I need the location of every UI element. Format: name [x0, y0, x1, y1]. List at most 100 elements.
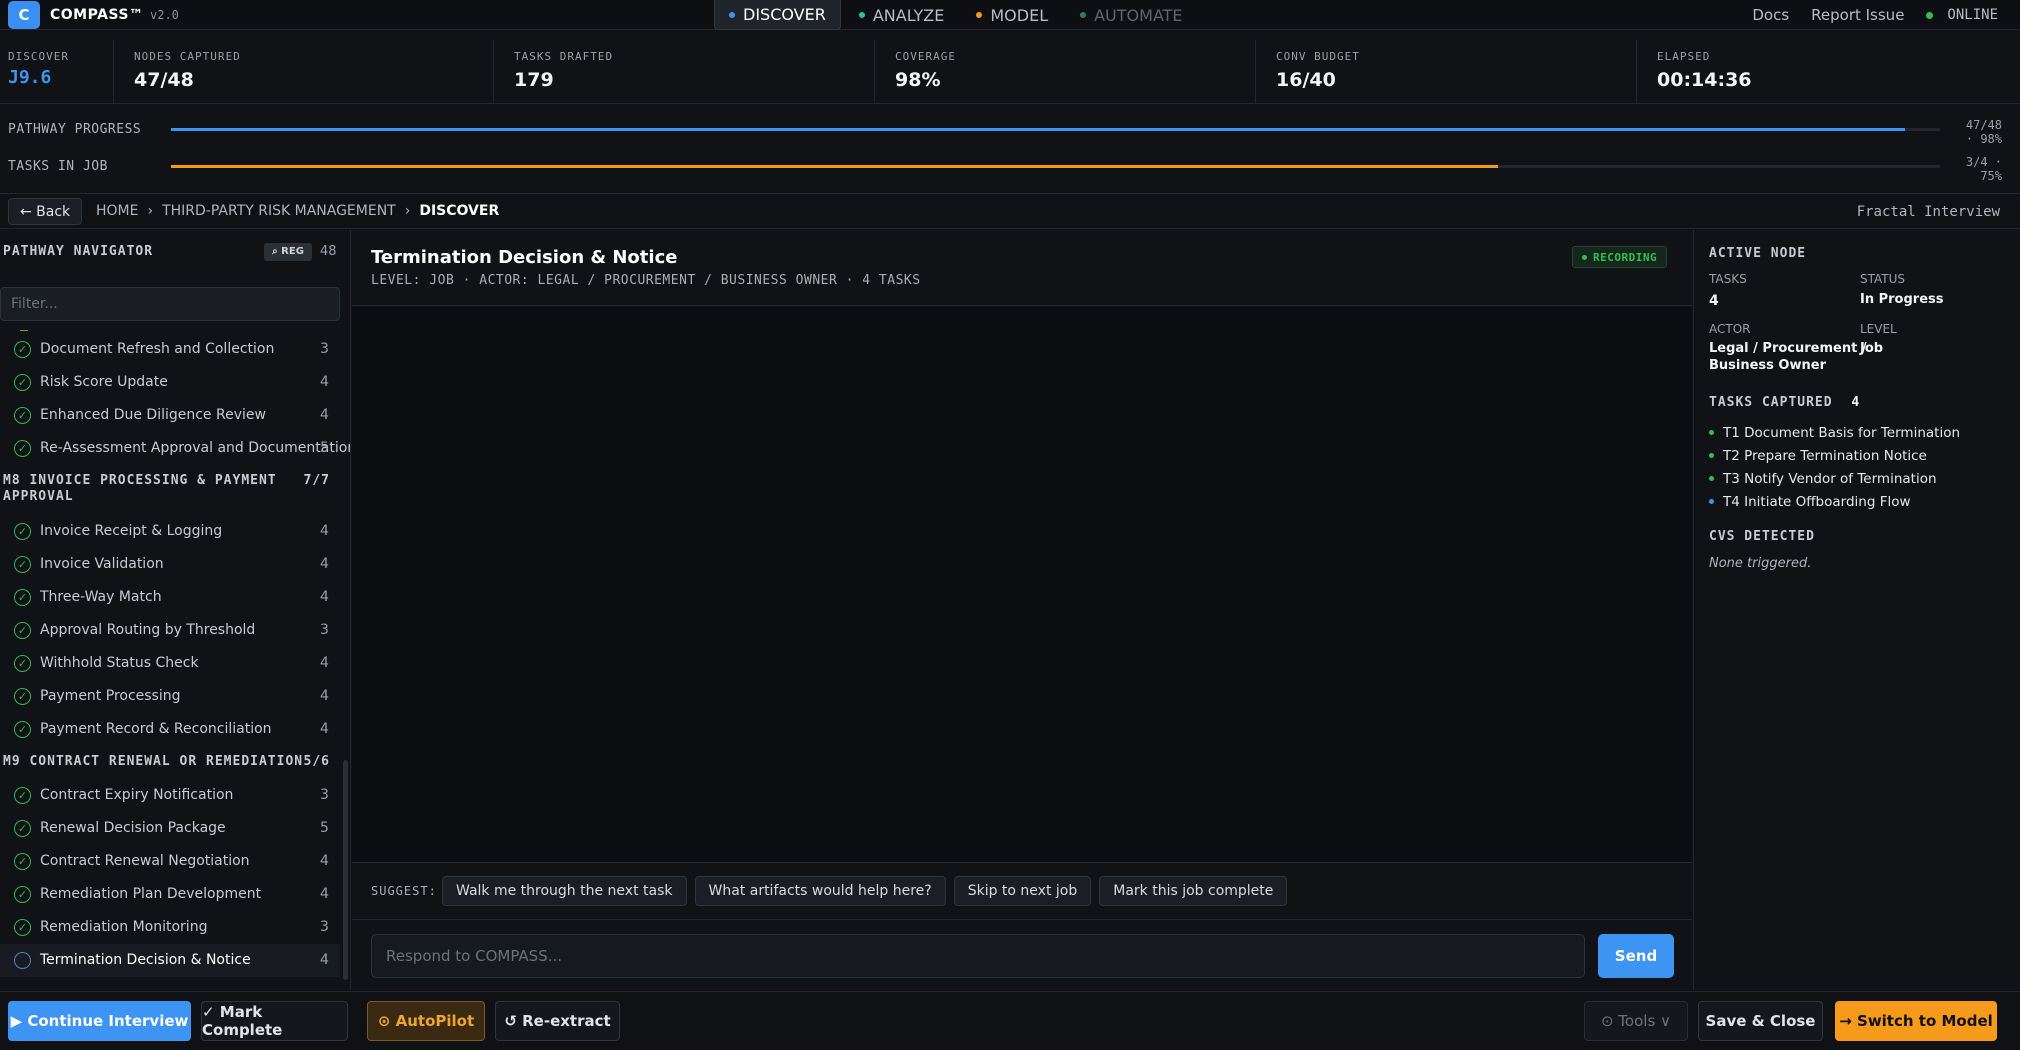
status-dot-icon — [976, 12, 983, 18]
tasks-captured-label: TASKS CAPTURED — [1709, 395, 1833, 410]
list-item[interactable]: ✓ Payment Record & Reconciliation 4 — [0, 713, 340, 746]
progress-value-line2: · 98% — [1965, 132, 2002, 146]
open-circle-icon: ○ — [14, 952, 31, 969]
docs-link[interactable]: Docs — [1752, 6, 1789, 24]
check-circle-icon: ✓ — [14, 440, 31, 457]
check-circle-icon: ✓ — [14, 407, 31, 424]
list-item[interactable]: ✓ Contract Expiry Notification 3 — [0, 779, 340, 812]
group-progress: 7/7 — [303, 473, 330, 488]
tab-automate[interactable]: AUTOMATE — [1066, 0, 1196, 30]
list-item[interactable]: ✓ Approval Routing by Threshold 3 — [0, 614, 340, 647]
reg-filter-button[interactable]: ⌕ REG — [264, 243, 312, 261]
report-issue-link[interactable]: Report Issue — [1811, 6, 1904, 24]
list-item[interactable]: ✓ Withhold Status Check 4 — [0, 647, 340, 680]
continue-interview-button[interactable]: ▶ Continue Interview — [8, 1001, 191, 1041]
stat-label: DISCOVER — [8, 50, 69, 63]
tab-analyze[interactable]: ANALYZE — [845, 0, 959, 30]
tab-label: AUTOMATE — [1094, 5, 1183, 25]
breadcrumb-bar: ← Back HOME › THIRD-PARTY RISK MANAGEMEN… — [0, 193, 2020, 229]
autopilot-button[interactable]: ⊙ AutoPilot — [367, 1001, 485, 1041]
tab-discover[interactable]: DISCOVER — [714, 0, 841, 30]
interview-panel: Termination Decision & Notice LEVEL: JOB… — [352, 230, 1692, 990]
suggestion-chip[interactable]: Walk me through the next task — [442, 876, 687, 906]
mark-complete-button[interactable]: ✓ Mark Complete — [201, 1001, 348, 1041]
captured-task[interactable]: T1 Document Basis for Termination — [1709, 421, 1960, 444]
status-dot-icon — [858, 12, 865, 18]
progress-value-line2: 75% — [1980, 169, 2002, 183]
list-item[interactable]: ✓ Renewal Decision Package 5 — [0, 812, 340, 845]
tab-label: DISCOVER — [743, 5, 826, 24]
captured-task[interactable]: T4 Initiate Offboarding Flow — [1709, 490, 1960, 513]
list-item[interactable]: ✓ Invoice Validation 4 — [0, 548, 340, 581]
check-circle-icon: ✓ — [14, 820, 31, 837]
list-item-active[interactable]: ○Termination Decision & Notice4 — [0, 944, 340, 977]
list-item[interactable]: ✓ Three-Way Match 4 — [0, 581, 340, 614]
switch-to-model-button[interactable]: → Switch to Model — [1835, 1001, 1997, 1041]
connection-status: ONLINE — [1926, 7, 1998, 23]
list-item[interactable]: ✓ Re-Assessment Approval and Documentatio… — [0, 432, 350, 465]
tasks-value: 4 — [1709, 293, 1719, 309]
suggestion-chip[interactable]: Skip to next job — [953, 876, 1092, 906]
breadcrumb-tprm[interactable]: THIRD-PARTY RISK MANAGEMENT — [162, 203, 396, 219]
suggestion-chip[interactable]: Mark this job complete — [1099, 876, 1288, 906]
check-circle-icon: ✓ — [14, 374, 31, 391]
filter-input[interactable] — [0, 287, 340, 321]
list-item[interactable]: ✓ Document Refresh and Collection 3 — [0, 333, 340, 366]
check-circle-icon: ✓ — [14, 886, 31, 903]
stat-label: ELAPSED — [1657, 50, 1711, 63]
captured-task[interactable]: T3 Notify Vendor of Termination — [1709, 467, 1960, 490]
breadcrumb-current: DISCOVER — [419, 203, 500, 219]
stat-label: COVERAGE — [895, 50, 956, 63]
status-label: ONLINE — [1947, 7, 1998, 23]
sidebar-scrollbar[interactable] — [343, 760, 348, 980]
tab-label: MODEL — [990, 5, 1049, 25]
list-item[interactable]: ✓ Remediation Monitoring 3 — [0, 911, 340, 944]
list-item[interactable]: ✓ Risk Score Update 4 — [0, 366, 340, 399]
tab-model[interactable]: MODEL — [962, 0, 1062, 30]
status-label: STATUS — [1860, 272, 1906, 286]
stat-value: 179 — [514, 69, 554, 91]
list-item[interactable]: ✓ Remediation Plan Development 4 — [0, 878, 340, 911]
actor-value-line2: Business Owner — [1709, 358, 1826, 373]
check-circle-icon: ✓ — [14, 589, 31, 606]
online-dot-icon — [1926, 11, 1934, 19]
stat-value: J9.6 — [8, 67, 52, 88]
stat-nodes-captured: NODES CAPTURED 47/48 — [114, 40, 494, 103]
message-input[interactable] — [371, 934, 1585, 978]
check-circle-icon: ✓ — [14, 655, 31, 672]
progress-value-line1: 3/4 · — [1965, 155, 2002, 169]
stat-tasks-drafted: TASKS DRAFTED 179 — [494, 40, 875, 103]
app-brand: COMPASS™ — [50, 7, 144, 23]
recording-dot-icon — [1582, 254, 1587, 260]
suggestion-chip[interactable]: What artifacts would help here? — [694, 876, 946, 906]
tab-label: ANALYZE — [872, 5, 945, 25]
status-dot-icon — [729, 11, 735, 18]
actor-label: ACTOR — [1709, 322, 1751, 336]
sidebar-count: 48 — [320, 244, 337, 259]
check-circle-icon: ✓ — [14, 721, 31, 738]
re-extract-button[interactable]: ↺ Re-extract — [495, 1001, 620, 1041]
recording-badge: RECORDING — [1572, 246, 1668, 268]
stat-value: 98% — [895, 69, 941, 91]
tools-dropdown[interactable]: ⊙ Tools ∨ — [1584, 1001, 1688, 1041]
back-button[interactable]: ← Back — [8, 198, 83, 225]
task-status-dot-icon — [1709, 476, 1714, 481]
pathway-progress: PATHWAY PROGRESS 47/48 · 98% — [0, 114, 2020, 146]
progress-fill — [171, 128, 1905, 131]
list-item[interactable]: ✓ Payment Processing 4 — [0, 680, 340, 713]
conversation-area[interactable] — [352, 307, 1692, 863]
list-item[interactable]: ✓ Enhanced Due Diligence Review 4 — [0, 399, 340, 432]
group-header-m8[interactable]: M8 INVOICE PROCESSING & PAYMENT APPROVAL… — [0, 465, 340, 515]
save-close-button[interactable]: Save & Close — [1698, 1001, 1823, 1041]
breadcrumb-home[interactable]: HOME — [96, 203, 138, 219]
list-item[interactable]: ✓ Contract Renewal Negotiation 4 — [0, 845, 340, 878]
suggestion-chips: Walk me through the next task What artif… — [442, 876, 1288, 906]
stat-value: 16/40 — [1276, 69, 1336, 91]
list-item[interactable]: ✓ Invoice Receipt & Logging 4 — [0, 515, 340, 548]
app-root: C COMPASS™ v2.0 DISCOVER ANALYZE MODEL A… — [0, 0, 2020, 1050]
captured-task[interactable]: T2 Prepare Termination Notice — [1709, 444, 1960, 467]
send-button[interactable]: Send — [1598, 934, 1674, 978]
captured-task-list: T1 Document Basis for Termination T2 Pre… — [1709, 421, 1960, 513]
group-header-m9[interactable]: M9 CONTRACT RENEWAL OR REMEDIATION 5/6 — [0, 746, 340, 779]
group-title: APPROVAL — [3, 489, 74, 504]
